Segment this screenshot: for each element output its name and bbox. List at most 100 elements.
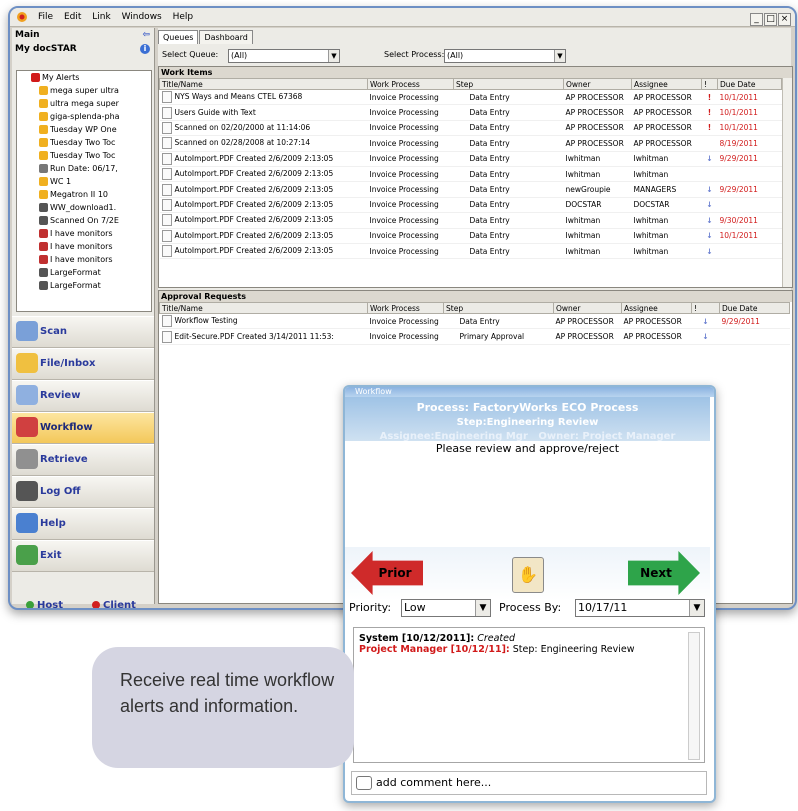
nav-help-button[interactable]: Help xyxy=(12,508,154,540)
tab-dashboard[interactable]: Dashboard xyxy=(199,30,253,44)
close-button[interactable]: × xyxy=(778,13,791,26)
tree-item[interactable]: Run Date: 06/17, xyxy=(17,162,151,175)
tab-queues[interactable]: Queues xyxy=(158,30,199,44)
tree-item[interactable]: WC 1 xyxy=(17,175,151,188)
cell: Invoice Processing xyxy=(367,197,454,214)
queue-select[interactable]: (All) ▼ xyxy=(228,49,340,63)
workflow-history[interactable]: System [10/12/2011]: Created Project Man… xyxy=(353,627,705,763)
cell-title: AutoImport.PDF Created 2/6/2009 2:13:05 xyxy=(159,197,368,214)
process-select[interactable]: (All) ▼ xyxy=(444,49,566,63)
cell-due-date: 9/29/2011 xyxy=(719,313,790,330)
menu-help[interactable]: Help xyxy=(173,8,194,26)
table-row[interactable]: NYS Ways and Means CTEL 67368 Invoice Pro… xyxy=(159,89,782,106)
table-row[interactable]: AutoImport.PDF Created 2/6/2009 2:13:05 I… xyxy=(159,228,782,244)
column-header[interactable]: Owner xyxy=(553,302,622,314)
menu-edit[interactable]: Edit xyxy=(64,8,81,26)
menu-windows[interactable]: Windows xyxy=(122,8,162,26)
column-header[interactable]: ! xyxy=(701,78,718,90)
history-entry-who: System [10/12/2011]: xyxy=(359,633,475,644)
cell: Iwhitman xyxy=(563,212,632,229)
restore-button[interactable]: □ xyxy=(764,13,777,26)
tree-item[interactable]: WW_download1. xyxy=(17,201,151,214)
table-row[interactable]: AutoImport.PDF Created 2/6/2009 2:13:05 I… xyxy=(159,197,782,214)
column-header[interactable]: Due Date xyxy=(717,78,782,90)
priority-select[interactable]: Low ▼ xyxy=(401,599,491,617)
column-header[interactable]: Due Date xyxy=(719,302,790,314)
cell: DOCSTAR xyxy=(563,197,632,214)
column-header[interactable]: Assignee xyxy=(631,78,702,90)
tree-item-my-alerts[interactable]: My Alerts xyxy=(17,71,151,84)
table-row[interactable]: Scanned on 02/28/2008 at 10:27:14 Invoice… xyxy=(159,135,782,152)
tree-item[interactable]: giga-splenda-pha xyxy=(17,110,151,123)
tree-item[interactable]: mega super ultra xyxy=(17,84,151,97)
nav-review-button[interactable]: Review xyxy=(12,380,154,412)
nav-retrieve-button[interactable]: Retrieve xyxy=(12,444,154,476)
tree-item[interactable]: Tuesday Two Toc xyxy=(17,149,151,162)
cell-due-date xyxy=(717,166,782,183)
tree-item[interactable]: Scanned On 7/2E xyxy=(17,214,151,227)
column-header[interactable]: Owner xyxy=(563,78,632,90)
column-header[interactable]: Title/Name xyxy=(159,78,368,90)
tree-item[interactable]: Tuesday WP One xyxy=(17,123,151,136)
column-header[interactable]: Work Process xyxy=(367,78,454,90)
cell: Data Entry xyxy=(453,197,564,214)
minimize-button[interactable]: _ xyxy=(750,13,763,26)
cell: Invoice Processing xyxy=(367,212,454,229)
next-button[interactable]: Next xyxy=(628,551,700,595)
table-header: Title/Name Work Process Step Owner Assignee!… xyxy=(159,302,790,314)
collapse-arrow-icon[interactable]: ⇦ xyxy=(142,28,150,42)
table-row[interactable]: Workflow Testing Invoice Processing Data E… xyxy=(159,313,790,330)
document-icon xyxy=(39,229,48,238)
cell-title: AutoImport.PDF Created 2/6/2009 2:13:05 xyxy=(159,166,368,183)
cell: AP PROCESSOR xyxy=(553,313,622,330)
tree-item[interactable]: Megatron II 10 xyxy=(17,188,151,201)
tree-item[interactable]: I have monitors xyxy=(17,253,151,266)
tree-item[interactable]: I have monitors xyxy=(17,227,151,240)
tree-item[interactable]: I have monitors xyxy=(17,240,151,253)
column-header[interactable]: Assignee xyxy=(621,302,692,314)
table-row[interactable]: Scanned on 02/20/2000 at 11:14:06 Invoice… xyxy=(159,120,782,137)
cell: AP PROCESSOR xyxy=(563,89,632,106)
table-row[interactable]: Edit-Secure.PDF Created 3/14/2011 11:53:… xyxy=(159,328,790,345)
column-header[interactable]: ! xyxy=(691,302,720,314)
cell: DOCSTAR xyxy=(631,197,702,214)
table-row[interactable]: Users Guide with Text Invoice Processing D… xyxy=(159,104,782,121)
tree-item-label: WW_download1. xyxy=(50,203,117,212)
alerts-tree[interactable]: My Alerts mega super ultra ultra mega supe… xyxy=(16,70,152,312)
nav-log-off-button[interactable]: Log Off xyxy=(12,476,154,508)
cell-title-text: AutoImport.PDF Created 2/6/2009 2:13:05 xyxy=(174,153,334,163)
nav-scan-button[interactable]: Scan xyxy=(12,316,154,348)
callout-text: Receive real time workflow alerts and in… xyxy=(120,670,335,716)
table-row[interactable]: AutoImport.PDF Created 2/6/2009 2:13:05 I… xyxy=(159,243,782,260)
table-row[interactable]: AutoImport.PDF Created 2/6/2009 2:13:05 I… xyxy=(159,181,782,198)
hand-stop-icon[interactable]: ✋ xyxy=(512,557,544,593)
nav-file-inbox-button[interactable]: File/Inbox xyxy=(12,348,154,380)
comment-placeholder: add comment here... xyxy=(376,776,492,789)
table-row[interactable]: AutoImport.PDF Created 2/6/2009 2:13:05 I… xyxy=(159,212,782,229)
history-scrollbar[interactable] xyxy=(688,632,700,760)
nav-workflow-button[interactable]: Workflow xyxy=(12,412,154,444)
process-by-date[interactable]: 10/17/11 ▼ xyxy=(575,599,705,617)
tree-item[interactable]: ultra mega super xyxy=(17,97,151,110)
nav-exit-button[interactable]: Exit xyxy=(12,540,154,572)
table-row[interactable]: AutoImport.PDF Created 2/6/2009 2:13:05 I… xyxy=(159,151,782,167)
table-row[interactable]: AutoImport.PDF Created 2/6/2009 2:13:05 I… xyxy=(159,166,782,183)
cell: Iwhitman xyxy=(563,151,632,167)
comment-field[interactable]: add comment here... xyxy=(351,771,707,795)
cell: Iwhitman xyxy=(563,166,632,183)
priority-flag: ! xyxy=(701,89,718,106)
column-header[interactable]: Title/Name xyxy=(159,302,368,314)
tree-item[interactable]: Tuesday Two Toc xyxy=(17,136,151,149)
alert-icon xyxy=(31,73,40,82)
work-items-scrollbar[interactable] xyxy=(782,78,792,287)
tree-item[interactable]: LargeFormat xyxy=(17,279,151,292)
menu-file[interactable]: File xyxy=(38,8,53,26)
column-header[interactable]: Step xyxy=(453,78,564,90)
menu-link[interactable]: Link xyxy=(92,8,110,26)
tree-item[interactable]: LargeFormat xyxy=(17,266,151,279)
column-header[interactable]: Step xyxy=(443,302,554,314)
nav-label: Review xyxy=(40,390,81,401)
column-header[interactable]: Work Process xyxy=(367,302,444,314)
info-icon[interactable]: i xyxy=(140,44,150,54)
prior-button[interactable]: Prior xyxy=(351,551,423,595)
